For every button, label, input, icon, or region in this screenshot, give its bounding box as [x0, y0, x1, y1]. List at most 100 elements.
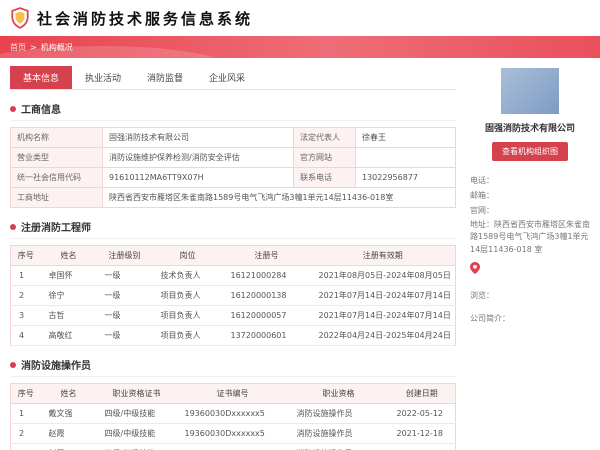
field-label: 统一社会信用代码 [10, 167, 103, 188]
phone-label: 电话： [470, 176, 494, 185]
map-pin-icon[interactable] [470, 259, 590, 278]
cell: 1 [10, 265, 41, 286]
field-value [355, 147, 456, 168]
cell: 高敬红 [40, 325, 97, 346]
col-header: 姓名 [40, 245, 97, 266]
table-row: 1 卓国怀 一级 技术负责人 16121000284 2021年08月05日-2… [10, 265, 456, 286]
breadcrumb: 首页 > 机构概况 [10, 42, 73, 53]
section-operators: 消防设施操作员 [10, 357, 456, 377]
col-header: 岗位 [152, 245, 223, 266]
field-label: 官方网站 [293, 147, 356, 168]
field-value: 91610112MA6TT9X07H [102, 167, 294, 188]
cell: 五级/初级技能 [96, 443, 177, 450]
col-header: 序号 [10, 245, 41, 266]
cell: 消防设施操作员 [288, 403, 389, 424]
cell: 3 [10, 443, 41, 450]
cell: 戴文强 [40, 403, 97, 424]
cell: 项目负责人 [152, 325, 223, 346]
col-header: 职业资格证书 [96, 383, 177, 404]
cell: 2021年07月14日-2024年07月14日 [310, 305, 456, 326]
cell: 技术负责人 [152, 265, 223, 286]
tab-practice-activity[interactable]: 执业活动 [72, 66, 134, 89]
field-value: 消防设施维护保养检测/消防安全评估 [102, 147, 294, 168]
table-row: 统一社会信用代码 91610112MA6TT9X07H 联系电话 1302295… [10, 167, 456, 188]
cell: 1 [10, 403, 41, 424]
fire-shield-logo-icon [10, 7, 30, 29]
breadcrumb-current: 机构概况 [40, 42, 73, 52]
col-header: 创建日期 [388, 383, 456, 404]
table-row: 营业类型 消防设施维护保养检测/消防安全评估 官方网站 [10, 147, 456, 168]
company-photo [501, 68, 559, 114]
table-row: 工商地址 陕西省西安市雁塔区朱雀南路1589号电气飞鸿广场3幢1单元14层114… [10, 187, 456, 208]
page-banner: 首页 > 机构概况 [0, 36, 600, 58]
cell: 徐宁 [40, 285, 97, 306]
cell: 一级 [96, 305, 153, 326]
cell: 项目负责人 [152, 285, 223, 306]
cell: 19360030Dxxxxxx5 [176, 423, 289, 444]
col-header: 职业资格 [288, 383, 389, 404]
table-row: 机构名称 固强消防技术有限公司 法定代表人 徐春王 [10, 127, 456, 148]
tab-company-showcase[interactable]: 企业风采 [196, 66, 258, 89]
section-engineers: 注册消防工程师 [10, 219, 456, 239]
cell: 2 [10, 423, 41, 444]
app-title: 社会消防技术服务信息系统 [37, 9, 254, 28]
col-header: 姓名 [40, 383, 97, 404]
cell: 一级 [96, 265, 153, 286]
section-title: 注册消防工程师 [21, 223, 91, 234]
field-label: 机构名称 [10, 127, 103, 148]
app-header: 社会消防技术服务信息系统 [0, 0, 600, 36]
cell: 古哲 [40, 305, 97, 326]
phone-field: 电话： [470, 173, 590, 188]
field-value: 徐春王 [355, 127, 456, 148]
cell: 2021-12-18 [388, 423, 456, 444]
cell: 16120000138 [222, 285, 311, 306]
views-field: 浏览： [470, 288, 590, 303]
cell: 赵霞 [40, 423, 97, 444]
tab-fire-supervision[interactable]: 消防监督 [134, 66, 196, 89]
website-label: 官网： [470, 206, 494, 216]
field-value: 陕西省西安市雁塔区朱雀南路1589号电气飞鸿广场3幢1单元14层11436-01… [102, 187, 456, 208]
breadcrumb-separator: > [30, 42, 37, 52]
field-label: 营业类型 [10, 147, 103, 168]
tab-basic-info[interactable]: 基本信息 [10, 66, 73, 89]
address-field: 地址：陕西省西安市雁塔区朱雀南路1589号电气飞鸿广场3幢1单元14层11436… [470, 219, 590, 257]
cell: 3 [10, 305, 41, 326]
section-bullet-icon [10, 105, 16, 112]
page-content: 基本信息 执业活动 消防监督 企业风采 工商信息 机构名称 固强消防技术有限公司… [0, 58, 600, 450]
section-bullet-icon [10, 361, 16, 368]
view-org-chart-button[interactable]: 查看机构组织图 [492, 142, 568, 161]
table-header-row: 序号 姓名 注册级别 岗位 注册号 注册有效期 [10, 245, 456, 266]
views-label: 浏览： [470, 290, 494, 300]
email-label: 邮箱： [470, 191, 494, 201]
field-label: 法定代表人 [293, 127, 356, 148]
website-field: 官网： [470, 203, 590, 218]
cell: 四级/中级技能 [96, 423, 177, 444]
company-sidebar: 固强消防技术有限公司 查看机构组织图 电话： 邮箱： 官网： 地址：陕西省西安市… [470, 66, 590, 450]
col-header: 序号 [10, 383, 41, 404]
section-title: 消防设施操作员 [21, 361, 91, 372]
field-value: 固强消防技术有限公司 [102, 127, 294, 148]
field-value: 13022956877 [355, 167, 456, 188]
table-row: 1 戴文强 四级/中级技能 19360030Dxxxxxx5 消防设施操作员 2… [10, 403, 456, 424]
cell: 2021-04-25 [388, 443, 456, 450]
email-field: 邮箱： [470, 188, 590, 203]
cell: 一级 [96, 325, 153, 346]
company-intro-field: 公司简介： [470, 311, 590, 326]
address-label: 地址： [470, 219, 494, 229]
table-row: 3 刘磊 五级/初级技能 18360030Dxxxxxx5 消防设施操作员 20… [10, 443, 456, 450]
breadcrumb-home-link[interactable]: 首页 [10, 42, 26, 53]
cell: 消防设施操作员 [288, 443, 389, 450]
cell: 消防设施操作员 [288, 423, 389, 444]
cell: 13720000601 [222, 325, 311, 346]
col-header: 证书编号 [176, 383, 289, 404]
col-header: 注册有效期 [310, 245, 456, 266]
cell: 19360030Dxxxxxx5 [176, 403, 289, 424]
cell: 卓国怀 [40, 265, 97, 286]
table-row: 4 高敬红 一级 项目负责人 13720000601 2022年04月24日-2… [10, 325, 456, 346]
tab-bar: 基本信息 执业活动 消防监督 企业风采 [10, 66, 456, 90]
cell: 2 [10, 285, 41, 306]
cell: 2022-05-12 [388, 403, 456, 424]
company-name: 固强消防技术有限公司 [484, 124, 575, 134]
col-header: 注册级别 [96, 245, 153, 266]
